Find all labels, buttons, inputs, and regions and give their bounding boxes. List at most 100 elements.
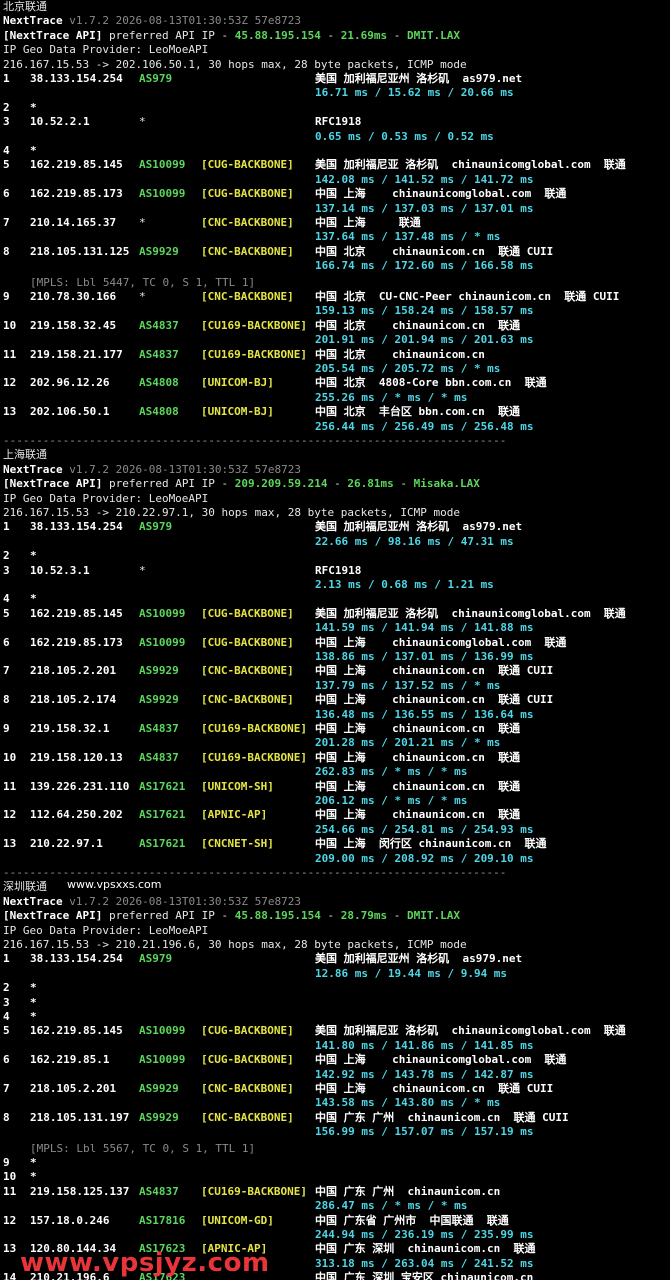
hop-geo: 中国 上海 联通 (315, 216, 421, 229)
hop-ip: 10.52.2.1 (30, 115, 90, 128)
api-text: preferred API IP - (102, 477, 235, 490)
hop-asn: AS17621 (139, 780, 186, 793)
hop-ip: * (30, 549, 37, 562)
hop-ip: 38.133.154.254 (30, 72, 123, 85)
hop-backbone-tag: [UNICOM-GD] (201, 1214, 274, 1227)
api-latency: 21.69ms (340, 29, 388, 42)
section-title-text: 上海联通 (3, 448, 47, 461)
hop-row: 8 218.105.2.174 AS9929 [CNC-BACKBONE] 中国 上海 … (0, 693, 670, 707)
hop-number: 13 (3, 1242, 17, 1255)
hop-number: 1 (3, 952, 10, 965)
terminal-window: 北京联通 NextTrace v1.7.2 2026-08-13T01:30:53… (0, 0, 670, 1280)
hop-ip: 202.106.50.1 (30, 405, 110, 418)
hop-number: 12 (3, 808, 17, 821)
api-prefix: [NextTrace API] (3, 29, 103, 42)
api-text: preferred API IP - (102, 29, 235, 42)
brand-watermark: www.vpsjyz.com (20, 1248, 270, 1278)
hop-backbone-tag: [CU169-BACKBONE] (201, 751, 307, 764)
hop-ip: * (30, 1170, 37, 1183)
hop-row: 5 162.219.85.145 AS10099 [CUG-BACKBONE] 美国 加… (0, 1024, 670, 1038)
hop-geo: 中国 北京 CU-CNC-Peer chinaunicom.cn 联通 CUII (315, 290, 620, 303)
hop-ip: * (30, 1156, 37, 1169)
trace-target: 216.167.15.53 -> 202.106.50.1, 30 hops m… (3, 58, 467, 71)
hop-rtt: 141.80 ms / 141.86 ms / 141.85 ms (315, 1039, 534, 1052)
hop-rtt: 12.86 ms / 19.44 ms / 9.94 ms (315, 967, 508, 980)
hop-row: 10 * (0, 1170, 670, 1184)
hop-row: 6 162.219.85.1 AS10099 [CUG-BACKBONE] 中国 上海 … (0, 1053, 670, 1067)
hop-backbone-tag: [APNIC-AP] (201, 808, 268, 821)
trace-target: 216.167.15.53 -> 210.22.97.1, 30 hops ma… (3, 506, 460, 519)
hop-asn: AS17816 (139, 1214, 186, 1227)
hop-asn: AS4837 (139, 751, 179, 764)
hop-row: 2 * (0, 981, 670, 995)
hop-number: 13 (3, 405, 17, 418)
hop-number: 14 (3, 1271, 17, 1280)
hop-row: 9 210.78.30.166 * [CNC-BACKBONE] 中国 北京 CU-CN… (0, 290, 670, 304)
hop-ip: 112.64.250.202 (30, 808, 123, 821)
hop-row: 11 219.158.21.177 AS4837 [CU169-BACKBONE] 中国… (0, 348, 670, 362)
hop-number: 6 (3, 1053, 10, 1066)
hop-row: 11 139.226.231.110 AS17621 [UNICOM-SH] 中国 上海… (0, 780, 670, 794)
hop-geo: 美国 加利福尼亚 洛杉矶 chinaunicomglobal.com 联通 (315, 158, 626, 171)
hop-row: 1 38.133.154.254 AS979 美国 加利福尼亚州 洛杉矶 as979.… (0, 72, 670, 86)
hop-ip: * (30, 101, 37, 114)
hop-geo: 美国 加利福尼亚 洛杉矶 chinaunicomglobal.com 联通 (315, 607, 626, 620)
hop-backbone-tag: [CNC-BACKBONE] (201, 245, 294, 258)
hop-rtt: 22.66 ms / 98.16 ms / 47.31 ms (315, 535, 514, 548)
hop-asn: AS10099 (139, 158, 186, 171)
api-node: DMIT.LAX (407, 29, 460, 42)
hop-row: 10 219.158.120.13 AS4837 [CU169-BACKBONE] 中国… (0, 751, 670, 765)
hop-number: 9 (3, 290, 10, 303)
hop-rtt: 201.28 ms / 201.21 ms / * ms (315, 736, 501, 749)
hop-rtt: 255.26 ms / * ms / * ms (315, 391, 468, 404)
hop-geo: 中国 上海 chinaunicom.cn 联通 (315, 751, 521, 764)
hop-number: 9 (3, 1156, 10, 1169)
hop-geo: 中国 北京 chinaunicom.cn (315, 348, 485, 361)
hop-ip: 139.226.231.110 (30, 780, 130, 793)
hop-number: 6 (3, 636, 10, 649)
hop-number: 9 (3, 722, 10, 735)
hop-ip: 218.105.2.201 (30, 1082, 117, 1095)
hop-row: 4 * (0, 592, 670, 606)
hop-row: 6 162.219.85.173 AS10099 [CUG-BACKBONE] 中国 上… (0, 636, 670, 650)
hop-geo: 中国 广东 广州 chinaunicom.cn 联通 CUII (315, 1111, 569, 1124)
hop-row: 12 157.18.0.246 AS17816 [UNICOM-GD] 中国 广东省 广… (0, 1214, 670, 1228)
hop-ip: 162.219.85.145 (30, 158, 123, 171)
hop-number: 5 (3, 158, 10, 171)
api-text: preferred API IP - (102, 909, 235, 922)
hop-asn: AS10099 (139, 1024, 186, 1037)
hop-ip: * (30, 996, 37, 1009)
hop-rtt: 156.99 ms / 157.07 ms / 157.19 ms (315, 1125, 534, 1138)
hop-rtt: 136.48 ms / 136.55 ms / 136.64 ms (315, 708, 534, 721)
hop-number: 1 (3, 72, 10, 85)
api-node: DMIT.LAX (407, 909, 460, 922)
hop-asn: AS9929 (139, 664, 179, 677)
hop-backbone-tag: [CUG-BACKBONE] (201, 158, 294, 171)
geo-provider: IP Geo Data Provider: LeoMoeAPI (3, 43, 209, 56)
mpls-row: [MPLS: Lbl 5567, TC 0, S 1, TTL 1] (30, 1142, 255, 1156)
hop-rtt: 256.44 ms / 256.49 ms / 256.48 ms (315, 420, 534, 433)
hop-asn: AS4808 (139, 376, 179, 389)
hop-geo: 美国 加利福尼亚 洛杉矶 chinaunicomglobal.com 联通 (315, 1024, 626, 1037)
hop-rtt: 313.18 ms / 263.04 ms / 241.52 ms (315, 1257, 534, 1270)
hop-backbone-tag: [CUG-BACKBONE] (201, 1053, 294, 1066)
hop-asn: AS9929 (139, 1082, 179, 1095)
hop-rtt: 141.59 ms / 141.94 ms / 141.88 ms (315, 621, 534, 634)
api-node: Misaka.LAX (413, 477, 480, 490)
hop-ip: 162.219.85.145 (30, 607, 123, 620)
hop-geo: 美国 加利福尼亚州 洛杉矶 as979.net (315, 952, 523, 965)
hop-backbone-tag: [CU169-BACKBONE] (201, 1185, 307, 1198)
hop-row: 1 38.133.154.254 AS979 美国 加利福尼亚州 洛杉矶 as979.… (0, 952, 670, 966)
hop-rtt: 206.12 ms / * ms / * ms (315, 794, 468, 807)
hop-rtt: 209.00 ms / 208.92 ms / 209.10 ms (315, 852, 534, 865)
hop-geo: 中国 北京 丰台区 bbn.com.cn 联通 (315, 405, 520, 418)
geo-provider-line: IP Geo Data Provider: LeoMoeAPI (3, 492, 208, 506)
hop-rtt: 138.86 ms / 137.01 ms / 136.99 ms (315, 650, 534, 663)
hop-geo: 中国 上海 chinaunicom.cn 联通 CUII (315, 664, 554, 677)
hop-row: 3 10.52.2.1 * RFC1918 (0, 115, 670, 129)
hop-backbone-tag: [CU169-BACKBONE] (201, 348, 307, 361)
hop-number: 3 (3, 996, 10, 1009)
hop-backbone-tag: [CNC-BACKBONE] (201, 290, 294, 303)
hop-row: 11 219.158.125.137 AS4837 [CU169-BACKBONE] 中… (0, 1185, 670, 1199)
hop-rtt: 244.94 ms / 236.19 ms / 235.99 ms (315, 1228, 534, 1241)
